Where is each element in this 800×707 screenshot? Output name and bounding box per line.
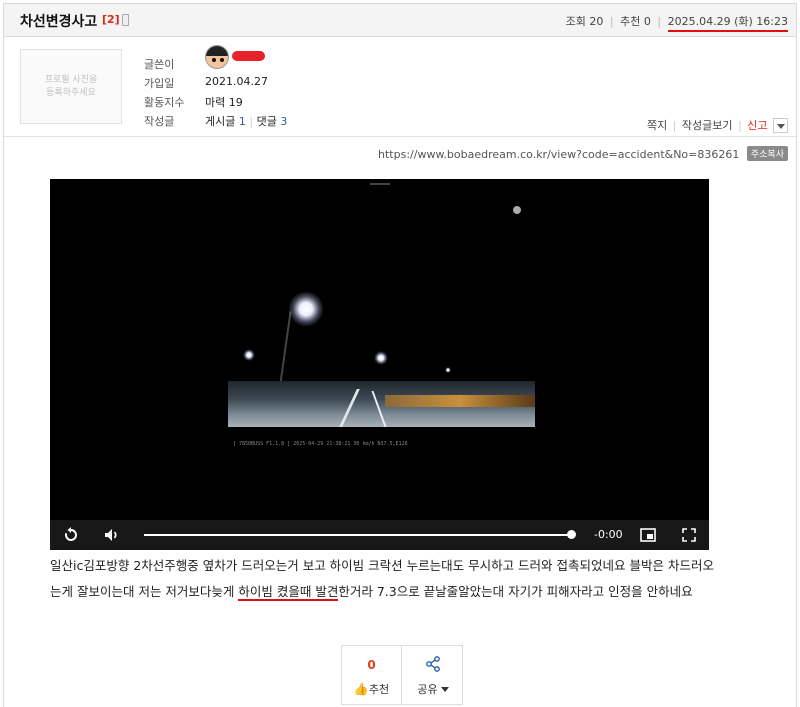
share-icon <box>426 656 440 672</box>
view-posts-link[interactable]: 작성글보기 <box>682 119 733 132</box>
video-top-handle <box>370 183 390 185</box>
post-url-line: https://www.bobaedream.co.kr/view?code=a… <box>378 146 788 161</box>
profile-photo-text: 프로필 사진을 등록하주세요 <box>44 75 98 98</box>
avatar[interactable] <box>205 45 229 69</box>
post-frame: 차선변경사고 [2] 조회 20 | 추천 0 | 2025.04.29 (화)… <box>3 3 797 707</box>
chevron-down-icon <box>440 687 449 692</box>
joined-date: 2021.04.27 <box>205 75 268 88</box>
posts-text[interactable]: 게시글 <box>205 115 235 128</box>
views-label: 조회 <box>565 15 586 28</box>
share-button[interactable]: 공유 <box>403 646 463 704</box>
recommend-label: 추천 <box>620 15 641 28</box>
post-url[interactable]: https://www.bobaedream.co.kr/view?code=a… <box>378 148 739 161</box>
comment-count-badge[interactable]: [2] <box>102 13 120 26</box>
posts-label: 작성글 <box>144 115 175 128</box>
video-progress-bar[interactable] <box>144 534 572 536</box>
pip-icon[interactable] <box>640 527 656 543</box>
mobile-icon <box>122 14 129 26</box>
body-line-2: 는게 잘보이는대 저는 저거보다늦게 하이빔 켰을때 발견한거라 7.3으로 끝… <box>50 584 693 601</box>
posts-summary: 게시글 1 | 댓글 3 <box>205 115 288 128</box>
video-dashcam-overlay: [ 7850BUSS F1.1.8 ] 2025-04-29 21:38:21 … <box>233 441 408 447</box>
report-link[interactable]: 신고 <box>747 119 767 132</box>
author-name-redacted[interactable] <box>232 51 265 61</box>
profile-photo-placeholder: 프로필 사진을 등록하주세요 <box>20 49 122 124</box>
recommend-button-label: 추천 <box>368 683 390 696</box>
more-dropdown-button[interactable] <box>773 117 788 133</box>
video-road-scene <box>228 381 535 427</box>
author-label: 글쓴이 <box>144 58 175 71</box>
video-player[interactable]: [ 7850BUSS F1.1.8 ] 2025-04-29 21:38:21 … <box>50 179 709 550</box>
body-underlined-text: 하이빔 켰을때 발견 <box>238 584 339 601</box>
video-light-spot <box>513 206 521 214</box>
views-count: 20 <box>589 15 604 28</box>
posts-count[interactable]: 1 <box>239 115 246 128</box>
author-actions: 쪽지 | 작성글보기 | 신고 <box>647 117 788 134</box>
post-body: 일산ic김포방향 2차선주행중 옆차가 드러오는거 보고 하이빔 크락션 누르는… <box>50 553 770 605</box>
joined-label: 가입일 <box>144 77 175 90</box>
replay-icon[interactable] <box>63 527 79 543</box>
recommend-button-count: 0 <box>367 658 376 672</box>
post-title: 차선변경사고 <box>20 14 98 30</box>
recommend-button[interactable]: 0 👍추천 <box>342 646 402 704</box>
share-button-label: 공유 <box>417 683 438 696</box>
recommend-count: 0 <box>643 15 651 28</box>
copy-url-button[interactable]: 주소복사 <box>746 146 788 161</box>
body-line-1: 일산ic김포방향 2차선주행중 옆차가 드러오는거 보고 하이빔 크락션 누르는… <box>50 558 714 573</box>
post-header: 차선변경사고 [2] 조회 20 | 추천 0 | 2025.04.29 (화)… <box>4 4 796 37</box>
video-time: -0:00 <box>594 528 623 541</box>
post-stats: 조회 20 | 추천 0 | 2025.04.29 (화) 16:23 <box>565 13 788 32</box>
video-street-lamp <box>288 291 324 327</box>
thumbs-up-icon: 👍 <box>353 682 369 696</box>
comments-text[interactable]: 댓글 <box>257 115 277 128</box>
volume-icon[interactable] <box>104 527 120 543</box>
video-progress-knob[interactable] <box>567 530 576 539</box>
post-date: 2025.04.29 (화) 16:23 <box>667 15 788 32</box>
fullscreen-icon[interactable] <box>681 527 697 543</box>
activity-value: 마력 19 <box>205 96 243 109</box>
comments-count[interactable]: 3 <box>280 115 287 128</box>
author-profile: 프로필 사진을 등록하주세요 글쓴이 가입일 2021.04.27 활동지수 마… <box>4 37 796 137</box>
message-link[interactable]: 쪽지 <box>647 119 667 132</box>
activity-label: 활동지수 <box>144 96 185 109</box>
video-controls: -0:00 <box>50 520 709 550</box>
post-action-buttons: 0 👍추천 공유 <box>341 645 463 705</box>
